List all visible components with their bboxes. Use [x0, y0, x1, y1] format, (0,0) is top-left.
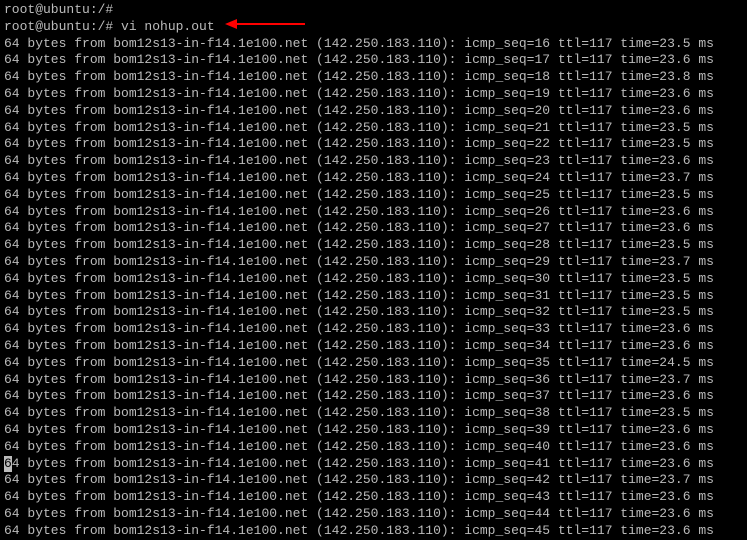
ping-line: 64 bytes from bom12s13-in-f14.1e100.net …: [4, 372, 743, 389]
ping-line: 64 bytes from bom12s13-in-f14.1e100.net …: [4, 254, 743, 271]
ping-line: 64 bytes from bom12s13-in-f14.1e100.net …: [4, 86, 743, 103]
ping-line: 64 bytes from bom12s13-in-f14.1e100.net …: [4, 52, 743, 69]
ping-output-text: 64 bytes from bom12s13-in-f14.1e100.net …: [4, 472, 714, 487]
ping-line: 64 bytes from bom12s13-in-f14.1e100.net …: [4, 506, 743, 523]
terminal-output[interactable]: root@ubuntu:/# root@ubuntu:/# vi nohup.ou…: [4, 2, 743, 540]
ping-output-text: 64 bytes from bom12s13-in-f14.1e100.net …: [4, 372, 714, 387]
ping-output-text: 64 bytes from bom12s13-in-f14.1e100.net …: [4, 136, 714, 151]
ping-line: 64 bytes from bom12s13-in-f14.1e100.net …: [4, 220, 743, 237]
ping-output-text: 64 bytes from bom12s13-in-f14.1e100.net …: [4, 69, 714, 84]
ping-line: 64 bytes from bom12s13-in-f14.1e100.net …: [4, 36, 743, 53]
ping-line: 64 bytes from bom12s13-in-f14.1e100.net …: [4, 153, 743, 170]
ping-line: 64 bytes from bom12s13-in-f14.1e100.net …: [4, 472, 743, 489]
ping-line: 64 bytes from bom12s13-in-f14.1e100.net …: [4, 439, 743, 456]
ping-output-text: 64 bytes from bom12s13-in-f14.1e100.net …: [4, 36, 714, 51]
ping-output-text: 64 bytes from bom12s13-in-f14.1e100.net …: [4, 153, 714, 168]
ping-line: 64 bytes from bom12s13-in-f14.1e100.net …: [4, 237, 743, 254]
ping-output-text: 64 bytes from bom12s13-in-f14.1e100.net …: [4, 523, 714, 538]
ping-line: 64 bytes from bom12s13-in-f14.1e100.net …: [4, 288, 743, 305]
ping-line: 64 bytes from bom12s13-in-f14.1e100.net …: [4, 69, 743, 86]
ping-line: 64 bytes from bom12s13-in-f14.1e100.net …: [4, 120, 743, 137]
ping-line: 64 bytes from bom12s13-in-f14.1e100.net …: [4, 456, 743, 473]
ping-line: 64 bytes from bom12s13-in-f14.1e100.net …: [4, 489, 743, 506]
ping-output-text: 64 bytes from bom12s13-in-f14.1e100.net …: [4, 254, 714, 269]
ping-output-text: 64 bytes from bom12s13-in-f14.1e100.net …: [4, 439, 714, 454]
ping-line: 64 bytes from bom12s13-in-f14.1e100.net …: [4, 422, 743, 439]
terminal-cursor: 6: [4, 456, 12, 473]
ping-output-text: 64 bytes from bom12s13-in-f14.1e100.net …: [4, 338, 714, 353]
ping-output-text: 64 bytes from bom12s13-in-f14.1e100.net …: [4, 187, 714, 202]
ping-line: 64 bytes from bom12s13-in-f14.1e100.net …: [4, 204, 743, 221]
ping-line: 64 bytes from bom12s13-in-f14.1e100.net …: [4, 170, 743, 187]
ping-output-text: 64 bytes from bom12s13-in-f14.1e100.net …: [4, 489, 714, 504]
shell-prompt-command: root@ubuntu:/# vi nohup.out: [4, 19, 215, 34]
prompt-line: root@ubuntu:/#: [4, 2, 743, 19]
ping-line: 64 bytes from bom12s13-in-f14.1e100.net …: [4, 103, 743, 120]
ping-line: 64 bytes from bom12s13-in-f14.1e100.net …: [4, 271, 743, 288]
ping-line: 64 bytes from bom12s13-in-f14.1e100.net …: [4, 338, 743, 355]
ping-line: 64 bytes from bom12s13-in-f14.1e100.net …: [4, 187, 743, 204]
ping-output-text: 64 bytes from bom12s13-in-f14.1e100.net …: [4, 456, 714, 471]
ping-output-text: 64 bytes from bom12s13-in-f14.1e100.net …: [4, 120, 714, 135]
ping-line: 64 bytes from bom12s13-in-f14.1e100.net …: [4, 405, 743, 422]
ping-output-text: 64 bytes from bom12s13-in-f14.1e100.net …: [4, 103, 714, 118]
ping-output-text: 64 bytes from bom12s13-in-f14.1e100.net …: [4, 220, 714, 235]
ping-output-text: 64 bytes from bom12s13-in-f14.1e100.net …: [4, 304, 714, 319]
ping-output-text: 64 bytes from bom12s13-in-f14.1e100.net …: [4, 170, 714, 185]
shell-prompt: root@ubuntu:/#: [4, 2, 113, 17]
ping-line: 64 bytes from bom12s13-in-f14.1e100.net …: [4, 321, 743, 338]
command-line: root@ubuntu:/# vi nohup.out: [4, 19, 743, 36]
ping-line: 64 bytes from bom12s13-in-f14.1e100.net …: [4, 304, 743, 321]
ping-line: 64 bytes from bom12s13-in-f14.1e100.net …: [4, 388, 743, 405]
ping-output-text: 64 bytes from bom12s13-in-f14.1e100.net …: [4, 388, 714, 403]
ping-line: 64 bytes from bom12s13-in-f14.1e100.net …: [4, 355, 743, 372]
ping-output-text: 64 bytes from bom12s13-in-f14.1e100.net …: [4, 86, 714, 101]
ping-output-text: 64 bytes from bom12s13-in-f14.1e100.net …: [4, 204, 714, 219]
ping-output-text: 64 bytes from bom12s13-in-f14.1e100.net …: [4, 52, 714, 67]
ping-output-text: 64 bytes from bom12s13-in-f14.1e100.net …: [4, 506, 714, 521]
ping-line: 64 bytes from bom12s13-in-f14.1e100.net …: [4, 523, 743, 540]
ping-output-text: 64 bytes from bom12s13-in-f14.1e100.net …: [4, 271, 714, 286]
ping-output-text: 64 bytes from bom12s13-in-f14.1e100.net …: [4, 405, 714, 420]
ping-output-text: 64 bytes from bom12s13-in-f14.1e100.net …: [4, 422, 714, 437]
ping-output-text: 64 bytes from bom12s13-in-f14.1e100.net …: [4, 355, 714, 370]
ping-output-text: 64 bytes from bom12s13-in-f14.1e100.net …: [4, 237, 714, 252]
ping-output-text: 64 bytes from bom12s13-in-f14.1e100.net …: [4, 288, 714, 303]
ping-line: 64 bytes from bom12s13-in-f14.1e100.net …: [4, 136, 743, 153]
ping-output-text: 64 bytes from bom12s13-in-f14.1e100.net …: [4, 321, 714, 336]
